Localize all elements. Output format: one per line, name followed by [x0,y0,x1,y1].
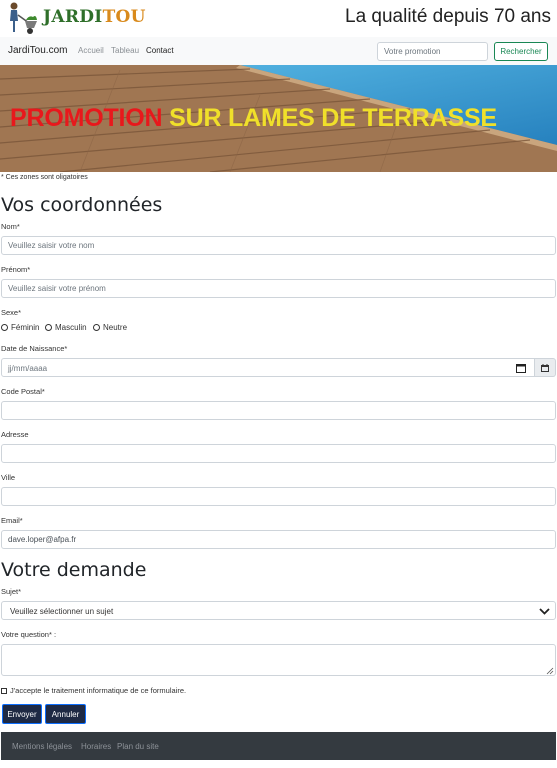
question-label: Votre question* : [1,630,57,639]
gardener-logo-icon [10,2,37,34]
promotion-search-input[interactable] [377,42,488,61]
search-button[interactable]: Rechercher [494,42,548,61]
chevron-down-icon [539,608,550,615]
accept-label: J'accepte le traitement informatique de … [10,686,187,695]
accept-row: J'accepte le traitement informatique de … [1,686,186,695]
sexe-label: Sexe* [1,308,22,317]
footer-link-horaires[interactable]: Horaires [81,742,111,751]
nom-input[interactable] [1,236,556,255]
banner-title: PROMOTION SUR LAMES DE TERRASSE [10,104,497,133]
email-input[interactable] [1,530,556,549]
logo-text-tou: TOU [102,7,146,27]
date-addon[interactable] [535,358,556,377]
adresse-label: Adresse [1,430,29,439]
date-naissance-group: jj/mm/aaaa [1,358,556,377]
envoyer-button[interactable]: Envoyer [2,704,42,724]
top-header: JARDITOU La qualité depuis 70 ans [0,0,557,37]
radio-masculin[interactable]: Masculin [45,323,87,332]
ville-input[interactable] [1,487,556,506]
logo-text-jardi: JARDI [43,7,103,27]
radio-neutre-circle[interactable] [93,324,100,331]
code-postal-label: Code Postal* [1,387,45,396]
date-naissance-label: Date de Naissance* [1,344,68,353]
nav-link-accueil[interactable]: Accueil [78,46,104,55]
section-title-demande: Votre demande [1,559,147,581]
banner-title-red: PROMOTION [10,104,163,132]
calendar-picker-icon[interactable] [516,363,526,373]
prenom-input[interactable] [1,279,556,298]
nom-label: Nom* [1,222,20,231]
required-fields-note: * Ces zones sont oligatoires [1,174,88,181]
nav-link-tableau[interactable]: Tableau [111,46,139,55]
ville-label: Ville [1,473,16,482]
adresse-input[interactable] [1,444,556,463]
accept-checkbox[interactable] [1,688,7,694]
nav-link-contact[interactable]: Contact [146,46,174,55]
radio-feminin[interactable]: Féminin [1,323,39,332]
radio-masculin-label: Masculin [55,323,87,332]
logo-text: JARDITOU [43,7,146,27]
radio-masculin-circle[interactable] [45,324,52,331]
promo-banner: PROMOTION SUR LAMES DE TERRASSE [0,65,557,172]
radio-neutre[interactable]: Neutre [93,323,127,332]
navbar-brand[interactable]: JardiTou.com [8,45,67,56]
date-placeholder: jj/mm/aaaa [8,364,48,373]
question-textarea[interactable] [1,644,556,676]
calendar-icon [541,364,549,372]
sujet-label: Sujet* [1,587,22,596]
footer-link-mentions[interactable]: Mentions légales [12,742,72,751]
email-label: Email* [1,516,23,525]
footer: Mentions légales Horaires Plan du site [1,732,556,760]
code-postal-input[interactable] [1,401,556,420]
radio-feminin-label: Féminin [11,323,40,332]
sujet-selected-value: Veuillez sélectionner un sujet [10,607,114,616]
date-naissance-input[interactable]: jj/mm/aaaa [1,358,535,377]
prenom-label: Prénom* [1,265,31,274]
radio-neutre-label: Neutre [103,323,128,332]
radio-feminin-circle[interactable] [1,324,8,331]
tagline: La qualité depuis 70 ans [345,6,551,27]
resize-grip-icon[interactable] [546,667,554,675]
sujet-select[interactable]: Veuillez sélectionner un sujet [1,601,556,620]
section-title-coordonnees: Vos coordonnées [1,194,163,216]
banner-title-yellow: SUR LAMES DE TERRASSE [169,104,497,132]
annuler-button[interactable]: Annuler [45,704,86,724]
site-logo[interactable]: JARDITOU [3,1,145,36]
footer-link-plan[interactable]: Plan du site [117,742,159,751]
